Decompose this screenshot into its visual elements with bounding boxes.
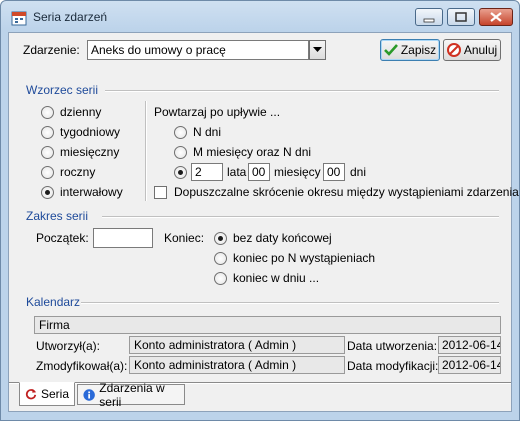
days-label: dni (350, 165, 367, 179)
label-n-days: N dni (193, 125, 222, 139)
days-input[interactable]: 00 (323, 163, 345, 181)
radio-no-end-date[interactable] (214, 232, 227, 245)
radio-n-days[interactable] (174, 126, 187, 139)
pattern-divider (105, 90, 499, 92)
modified-date-field: 2012-06-14 (438, 356, 501, 374)
cancel-label: Anuluj (463, 43, 498, 57)
radio-years-months-days[interactable] (174, 166, 187, 179)
cancel-icon (446, 43, 461, 57)
window-title: Seria zdarzeń (33, 10, 108, 24)
pattern-vertical-divider (145, 101, 147, 201)
radio-monthly[interactable] (41, 146, 54, 159)
calendar-section-title: Kalendarz (26, 295, 81, 309)
repeat-title: Powtarzaj po upływie ... (154, 105, 281, 119)
tab-seria[interactable]: Seria (19, 382, 75, 406)
label-end-on-date: koniec w dniu ... (233, 271, 320, 285)
save-label: Zapisz (400, 43, 437, 57)
calendar-field: Firma (34, 316, 501, 334)
allow-shortening-label: Dopuszczalne skrócenie okresu między wys… (174, 185, 519, 199)
label-yearly: roczny (60, 165, 96, 179)
maximize-button[interactable] (447, 8, 475, 26)
calendar-app-icon (11, 10, 27, 26)
range-section-title: Zakres serii (26, 209, 89, 223)
tab-zdarzenia-w-serii[interactable]: Zdarzenia w serii (77, 381, 185, 409)
refresh-icon (25, 388, 37, 400)
radio-weekly[interactable] (41, 126, 54, 139)
event-select[interactable]: Aneks do umowy o pracę (87, 40, 309, 60)
created-date-label: Data utworzenia: (347, 339, 438, 353)
title-bar[interactable]: Seria zdarzeń (1, 1, 519, 31)
modified-date-label: Data modyfikacji: (347, 359, 439, 373)
radio-daily[interactable] (41, 106, 54, 119)
months-label: miesięcy (274, 165, 321, 179)
label-weekly: tygodniowy (60, 125, 121, 139)
created-by-label: Utworzył(a): (36, 339, 101, 353)
close-button[interactable] (479, 8, 513, 26)
years-input[interactable]: 2 (191, 163, 223, 181)
modified-by-field: Konto administratora ( Admin ) (129, 356, 345, 374)
maximize-icon (455, 12, 467, 22)
minimize-icon (423, 18, 435, 23)
chevron-down-icon (313, 47, 322, 52)
radio-interval[interactable] (41, 186, 54, 199)
label-m-months-n-days: M miesięcy oraz N dni (193, 145, 312, 159)
minimize-button[interactable] (415, 8, 443, 26)
radio-m-months-n-days[interactable] (174, 146, 187, 159)
label-monthly: miesięczny (60, 145, 120, 159)
dialog-body: Zdarzenie: Aneks do umowy o pracę Zapisz… (8, 32, 519, 412)
months-input[interactable]: 00 (248, 163, 270, 181)
start-date-input[interactable] (93, 228, 153, 248)
created-by-field: Konto administratora ( Admin ) (129, 336, 345, 354)
label-no-end-date: bez daty końcowej (233, 231, 332, 245)
radio-end-after-n[interactable] (214, 252, 227, 265)
calendar-divider (81, 302, 499, 304)
event-dropdown-button[interactable] (309, 40, 326, 60)
label-end-after-n: koniec po N wystąpieniach (233, 251, 376, 265)
label-interval: interwałowy (60, 185, 123, 199)
modified-by-label: Zmodyfikował(a): (36, 359, 128, 373)
radio-end-on-date[interactable] (214, 272, 227, 285)
created-date-field: 2012-06-14 (438, 336, 501, 354)
tab-zdarzenia-label: Zdarzenia w serii (99, 380, 165, 409)
start-label: Początek: (36, 231, 89, 245)
pattern-section-title: Wzorzec serii (26, 83, 99, 97)
radio-yearly[interactable] (41, 166, 54, 179)
save-button[interactable]: Zapisz (380, 39, 440, 61)
years-label: lata (227, 165, 247, 179)
end-label: Koniec: (164, 231, 205, 245)
range-divider (102, 216, 499, 218)
dialog-window: Seria zdarzeń Zdarzenie: Aneks do umowy … (0, 0, 520, 421)
tab-seria-label: Seria (40, 387, 69, 401)
cancel-button[interactable]: Anuluj (443, 39, 501, 61)
allow-shortening-checkbox[interactable] (154, 186, 167, 199)
checkmark-icon (383, 44, 398, 56)
event-label: Zdarzenie: (23, 43, 80, 57)
label-daily: dzienny (60, 105, 102, 119)
info-icon (83, 388, 95, 401)
close-icon (490, 12, 502, 22)
